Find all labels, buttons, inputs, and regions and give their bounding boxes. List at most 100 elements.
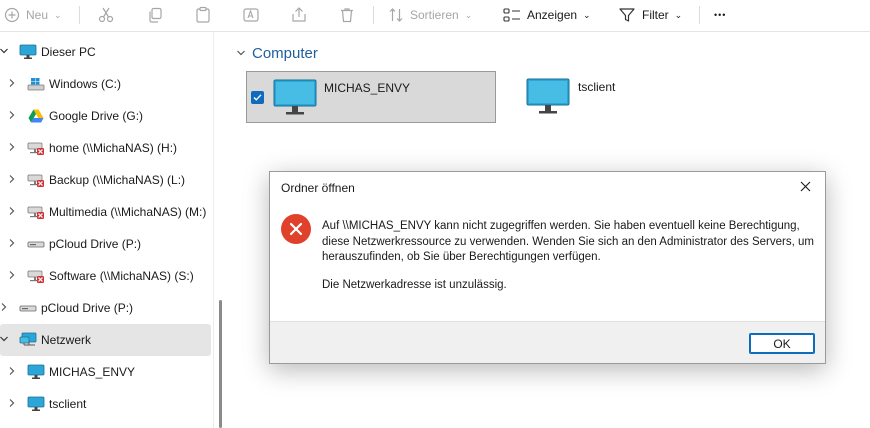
sidebar-item[interactable]: Dieser PC <box>0 36 214 68</box>
monitor-icon <box>27 395 45 413</box>
toolbar-separator <box>79 6 80 24</box>
sidebar-item-label: Dieser PC <box>41 45 96 59</box>
chevron-right-icon[interactable] <box>7 142 17 155</box>
chevron-right-icon[interactable] <box>7 238 17 251</box>
filter-button[interactable]: Filter ⌄ <box>618 0 682 30</box>
sidebar-item[interactable]: Software (\\MichaNAS) (S:) <box>0 260 214 292</box>
chevron-down-icon[interactable] <box>0 334 9 347</box>
monitor-icon <box>27 363 45 381</box>
dialog-title: Ordner öffnen <box>281 181 355 195</box>
paste-button[interactable] <box>194 0 212 30</box>
sort-button[interactable]: Sortieren ⌄ <box>388 0 472 30</box>
copy-button[interactable] <box>146 0 164 30</box>
sidebar-scrollbar[interactable] <box>219 300 222 428</box>
sidebar-item-label: Multimedia (\\MichaNAS) (M:) <box>49 205 207 219</box>
sidebar-item-label: MICHAS_ENVY <box>49 365 136 379</box>
disconnected-network-drive-icon <box>27 171 45 189</box>
chevron-down-icon[interactable] <box>0 46 9 59</box>
chevron-right-icon[interactable] <box>7 174 17 187</box>
error-icon <box>281 214 311 244</box>
filter-icon <box>618 6 636 24</box>
toolbar-separator <box>699 6 700 24</box>
chevron-down-icon: ⌄ <box>464 9 473 20</box>
close-icon <box>800 181 811 195</box>
dialog-body: Auf \\MICHAS_ENVY kann nicht zugegriffen… <box>270 206 825 321</box>
dialog-close-button[interactable] <box>791 176 819 200</box>
sidebar-item[interactable]: Multimedia (\\MichaNAS) (M:) <box>0 196 214 228</box>
chevron-right-icon[interactable] <box>7 398 17 411</box>
sidebar-item[interactable]: Netzwerk <box>0 324 211 356</box>
rename-icon <box>242 6 260 24</box>
content-item-label: tsclient <box>578 80 616 94</box>
sidebar-item-label: pCloud Drive (P:) <box>41 301 134 315</box>
chevron-right-icon[interactable] <box>7 270 17 283</box>
sidebar-item[interactable]: MICHAS_ENVY <box>0 356 214 388</box>
disconnected-network-drive-icon <box>27 203 45 221</box>
checkbox-checked-icon[interactable] <box>251 91 264 104</box>
network-icon <box>19 331 37 349</box>
sort-icon <box>388 7 404 23</box>
command-bar: Neu ⌄ Sortieren ⌄ Anzeigen ⌄ Filter ⌄ ••… <box>0 0 870 32</box>
sidebar-item-label: Software (\\MichaNAS) (S:) <box>49 269 194 283</box>
chevron-down-icon: ⌄ <box>54 9 62 20</box>
content-item-michas-envy[interactable]: MICHAS_ENVY <box>246 71 496 123</box>
scissors-icon <box>97 6 115 24</box>
sidebar-item[interactable]: tsclient <box>0 388 214 420</box>
navigation-pane: Dieser PC Windows (C:) Google Drive (G:) ho… <box>0 36 214 428</box>
sidebar-item[interactable]: Backup (\\MichaNAS) (L:) <box>0 164 214 196</box>
disconnected-network-drive-icon <box>27 139 45 157</box>
rename-button[interactable] <box>242 0 260 30</box>
chevron-right-icon[interactable] <box>7 110 17 123</box>
sort-label: Sortieren <box>410 8 459 22</box>
filter-label: Filter <box>642 8 669 22</box>
sidebar-item-label: Backup (\\MichaNAS) (L:) <box>49 173 186 187</box>
new-button[interactable]: Neu ⌄ <box>4 0 62 30</box>
group-header-label: Computer <box>252 45 318 62</box>
sidebar-item[interactable]: Google Drive (G:) <box>0 100 214 132</box>
drive-icon <box>19 299 37 317</box>
google-drive-icon <box>27 107 45 125</box>
view-label: Anzeigen <box>527 8 578 22</box>
view-button[interactable]: Anzeigen ⌄ <box>503 0 591 30</box>
chevron-right-icon[interactable] <box>7 78 17 91</box>
more-options-button[interactable]: ••• <box>714 0 726 30</box>
chevron-right-icon[interactable] <box>0 302 9 315</box>
monitor-icon <box>273 78 317 121</box>
cut-button[interactable] <box>97 0 115 30</box>
clipboard-icon <box>194 6 212 24</box>
chevron-down-icon: ⌄ <box>674 9 683 20</box>
delete-button[interactable] <box>338 0 356 30</box>
sidebar-item-label: home (\\MichaNAS) (H:) <box>49 141 178 155</box>
sidebar-item[interactable]: pCloud Drive (P:) <box>0 228 214 260</box>
monitor-icon <box>19 43 37 61</box>
chevron-right-icon[interactable] <box>7 206 17 219</box>
chevron-right-icon[interactable] <box>7 366 17 379</box>
view-list-icon <box>503 7 521 23</box>
sidebar-item-label: pCloud Drive (P:) <box>49 237 142 251</box>
sidebar-item[interactable]: Windows (C:) <box>0 68 214 100</box>
sidebar-item[interactable]: pCloud Drive (P:) <box>0 292 214 324</box>
share-icon <box>290 6 308 24</box>
ok-button[interactable]: OK <box>749 333 815 354</box>
sidebar-item-label: Google Drive (G:) <box>49 109 144 123</box>
sidebar-item-label: Netzwerk <box>41 333 92 347</box>
group-header-computer[interactable]: Computer <box>236 45 318 62</box>
sidebar-item-label: tsclient <box>49 397 87 411</box>
monitor-icon <box>526 77 570 120</box>
sidebar-item[interactable]: home (\\MichaNAS) (H:) <box>0 132 214 164</box>
plus-circle-icon <box>4 7 20 23</box>
toolbar-separator <box>373 6 374 24</box>
copy-icon <box>146 6 164 24</box>
error-dialog: Ordner öffnen Auf \\MICHAS_ENVY kann nic… <box>269 171 826 364</box>
drive-icon <box>27 235 45 253</box>
disconnected-network-drive-icon <box>27 267 45 285</box>
dialog-detail: Die Netzwerkadresse ist unzulässig. <box>322 279 507 291</box>
content-item-tsclient[interactable]: tsclient <box>522 71 652 123</box>
trash-icon <box>338 6 356 24</box>
sidebar-item-label: Windows (C:) <box>49 77 122 91</box>
windows-drive-icon <box>27 75 45 93</box>
dialog-footer: OK <box>270 321 825 363</box>
content-item-label: MICHAS_ENVY <box>324 81 411 95</box>
pane-divider[interactable] <box>213 32 214 428</box>
share-button[interactable] <box>290 0 308 30</box>
